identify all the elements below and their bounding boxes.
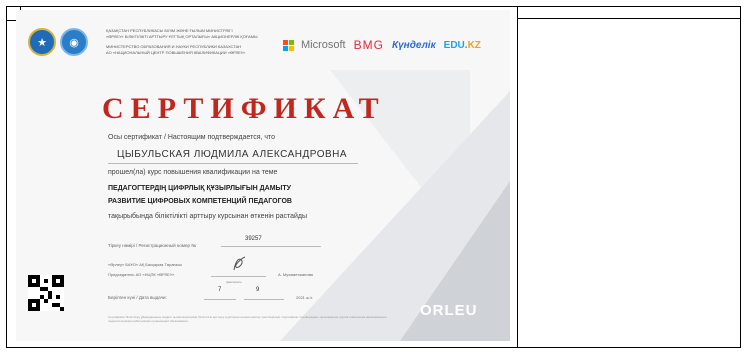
column-divider	[517, 6, 518, 348]
issue-day: 7	[218, 287, 222, 293]
microsoft-label: Microsoft	[301, 39, 346, 51]
ministry-kk-line1: ҚАЗАҚСТАН РЕСПУБЛИКАСЫ БІЛІМ ЖӘНЕ ҒЫЛЫМ …	[106, 28, 233, 33]
intro-text: Осы сертификат / Настоящим подтверждаетс…	[108, 134, 276, 141]
right-cell-divider	[517, 18, 741, 19]
footer-note: Сертификат білім беру ұйымдарының педаго…	[108, 315, 387, 323]
signatory-title-ru: Председатель АО «НЦПК «ӨРЛЕУ»	[108, 272, 175, 277]
issue-year: 2021 ж./г.	[296, 295, 313, 300]
bmg-logo: BMG	[353, 38, 384, 52]
registration-label: Тіркеу нөмірі / Регистрационный номер №	[108, 243, 197, 248]
registration-underline	[221, 246, 321, 247]
ministry-ru-line1: МИНИСТЕРСТВО ОБРАЗОВАНИЯ И НАУКИ РЕСПУБЛ…	[106, 44, 242, 49]
signatory-title-kk: «Өрлеу» БАҰО» АҚ Басқарма Төрағасы	[108, 262, 183, 267]
course-title-ru: РАЗВИТИЕ ЦИФРОВЫХ КОМПЕТЕНЦИЙ ПЕДАГОГОВ	[108, 198, 292, 205]
passed-text: прошел(ла) курс повышения квалификации н…	[108, 169, 278, 176]
name-underline	[108, 163, 358, 164]
day-underline	[204, 299, 236, 300]
signatory-name: А. Мухаметжанова	[278, 272, 313, 277]
edu-suffix: KZ	[467, 39, 481, 51]
microsoft-logo-icon	[283, 40, 294, 51]
registration-number: 39257	[245, 236, 262, 242]
certificate: ★ ◉ ҚАЗАҚСТАН РЕСПУБЛИКАСЫ БІЛІМ ЖӘНЕ ҒЫ…	[16, 10, 510, 341]
qr-code-icon	[28, 275, 64, 311]
ministry-ru-line2: АО «НАЦИОНАЛЬНЫЙ ЦЕНТР ПОВЫШЕНИЯ КВАЛИФИ…	[106, 50, 246, 55]
partner-logos: Microsoft BMG Күнделік EDU.KZ	[283, 38, 481, 52]
ministry-kk-line2: «ӨРЛЕУ» БІЛІКТІЛІКТІ АРТТЫРУ ҰЛТТЫҚ ОРТА…	[106, 34, 258, 39]
kundelik-logo: Күнделік	[391, 39, 436, 51]
month-underline	[244, 299, 284, 300]
ministry-emblem-icon: ★	[28, 28, 56, 56]
edu-main: EDU.	[443, 39, 468, 51]
date-label: Берілген күні / Дата выдачи:	[108, 295, 167, 300]
signature-icon	[233, 256, 246, 271]
issue-month: 9	[256, 287, 260, 293]
ministry-header: ҚАЗАҚСТАН РЕСПУБЛИКАСЫ БІЛІМ ЖӘНЕ ҒЫЛЫМ …	[106, 28, 266, 56]
facsimile-label: факсимиле	[226, 280, 242, 284]
confirm-text: тақырыбында біліктілікті арттыру курсына…	[108, 213, 308, 220]
edu-kz-logo: EDU.KZ	[444, 40, 481, 51]
emblem-logos: ★ ◉	[28, 28, 88, 56]
orleu-brand: ORLEU	[420, 302, 478, 319]
certificate-title: СЕРТИФИКАТ	[102, 92, 386, 125]
orleu-emblem-icon: ◉	[60, 28, 88, 56]
signature-underline	[211, 276, 266, 277]
course-title-kk: ПЕДАГОГТЕРДІҢ ЦИФРЛЫҚ ҚҰЗЫРЛЫҒЫН ДАМЫТУ	[108, 185, 292, 192]
recipient-name: ЦЫБУЛЬСКАЯ ЛЮДМИЛА АЛЕКСАНДРОВНА	[117, 149, 348, 160]
